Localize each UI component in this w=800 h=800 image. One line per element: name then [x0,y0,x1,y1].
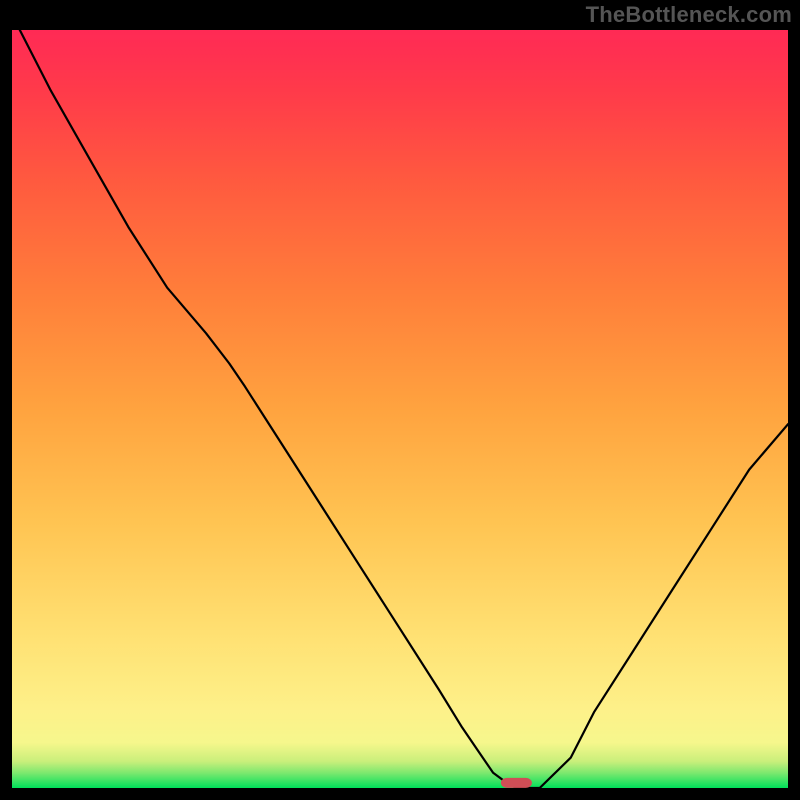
optimum-marker [501,778,532,788]
plot-area [12,30,788,788]
chart-svg [12,30,788,788]
chart-stage: TheBottleneck.com [0,0,800,800]
gradient-background [12,30,788,788]
watermark-text: TheBottleneck.com [586,2,792,28]
